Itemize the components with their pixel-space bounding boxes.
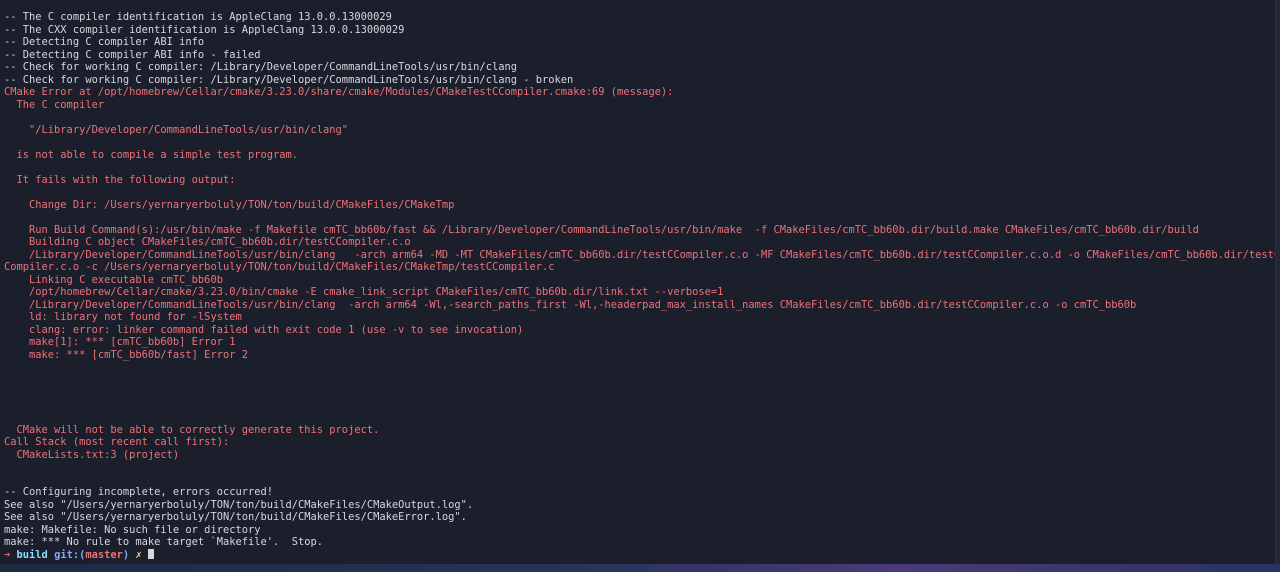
output-line: -- The CXX compiler identification is Ap…: [4, 23, 405, 36]
terminal-window[interactable]: -- The C compiler identification is Appl…: [0, 0, 1276, 564]
output-line: make: Makefile: No such file or director…: [4, 523, 261, 536]
output-line: make[1]: *** [cmTC_bb60b] Error 1: [4, 336, 236, 348]
output-line: is not able to compile a simple test pro…: [4, 148, 299, 161]
output-line: Compiler.c.o -c /Users/yernaryerboluly/T…: [4, 261, 555, 273]
prompt-directory: build: [16, 548, 48, 561]
output-line: Change Dir: /Users/yernaryerboluly/TON/t…: [4, 198, 455, 211]
output-line: -- Detecting C compiler ABI info - faile…: [4, 48, 261, 61]
prompt-git-label: git:(: [54, 548, 86, 561]
output-line: -- Detecting C compiler ABI info: [4, 36, 205, 48]
output-line: Call Stack (most recent call first):: [4, 436, 230, 448]
output-line: make: *** No rule to make target `Makefi…: [4, 536, 324, 548]
output-line: -- The C compiler identification is Appl…: [4, 11, 392, 23]
dirty-mark-icon: ✗: [135, 548, 142, 561]
terminal-output: -- The C compiler identification is Appl…: [4, 11, 1276, 562]
output-line: It fails with the following output:: [4, 173, 236, 186]
output-line: See also "/Users/yernaryerboluly/TON/ton…: [4, 498, 474, 511]
output-line: clang: error: linker command failed with…: [4, 323, 524, 336]
output-line: "/Library/Developer/CommandLineTools/usr…: [4, 123, 349, 136]
shell-prompt[interactable]: ➜ build git:(master) ✗: [4, 548, 1275, 562]
output-line: CMake will not be able to correctly gene…: [4, 423, 380, 436]
output-line: -- Check for working C compiler: /Librar…: [4, 61, 517, 73]
output-line: /opt/homebrew/Cellar/cmake/3.23.0/bin/cm…: [4, 286, 724, 298]
prompt-git-close: ): [122, 548, 130, 561]
output-line: -- Check for working C compiler: /Librar…: [4, 73, 574, 86]
output-line: Building C object CMakeFiles/cmTC_bb60b.…: [4, 236, 411, 248]
output-line: CMakeLists.txt:3 (project): [4, 448, 180, 461]
output-line: /Library/Developer/CommandLineTools/usr/…: [4, 298, 1137, 311]
prompt-arrow-icon: ➜: [4, 548, 11, 561]
output-line: make: *** [cmTC_bb60b/fast] Error 2: [4, 348, 248, 361]
output-line: /Library/Developer/CommandLineTools/usr/…: [4, 248, 1276, 261]
output-line: The C compiler: [4, 98, 105, 111]
output-line: -- Configuring incomplete, errors occurr…: [4, 486, 273, 498]
prompt-branch: master: [85, 548, 123, 561]
text-cursor: [147, 548, 154, 559]
output-line: See also "/Users/yernaryerboluly/TON/ton…: [4, 511, 467, 523]
desktop-background-strip: [0, 564, 1280, 572]
output-line: Linking C executable cmTC_bb60b: [4, 273, 223, 286]
output-line: ld: library not found for -lSystem: [4, 311, 242, 323]
output-line: Run Build Command(s):/usr/bin/make -f Ma…: [4, 223, 1199, 236]
output-line: CMake Error at /opt/homebrew/Cellar/cmak…: [4, 86, 674, 98]
